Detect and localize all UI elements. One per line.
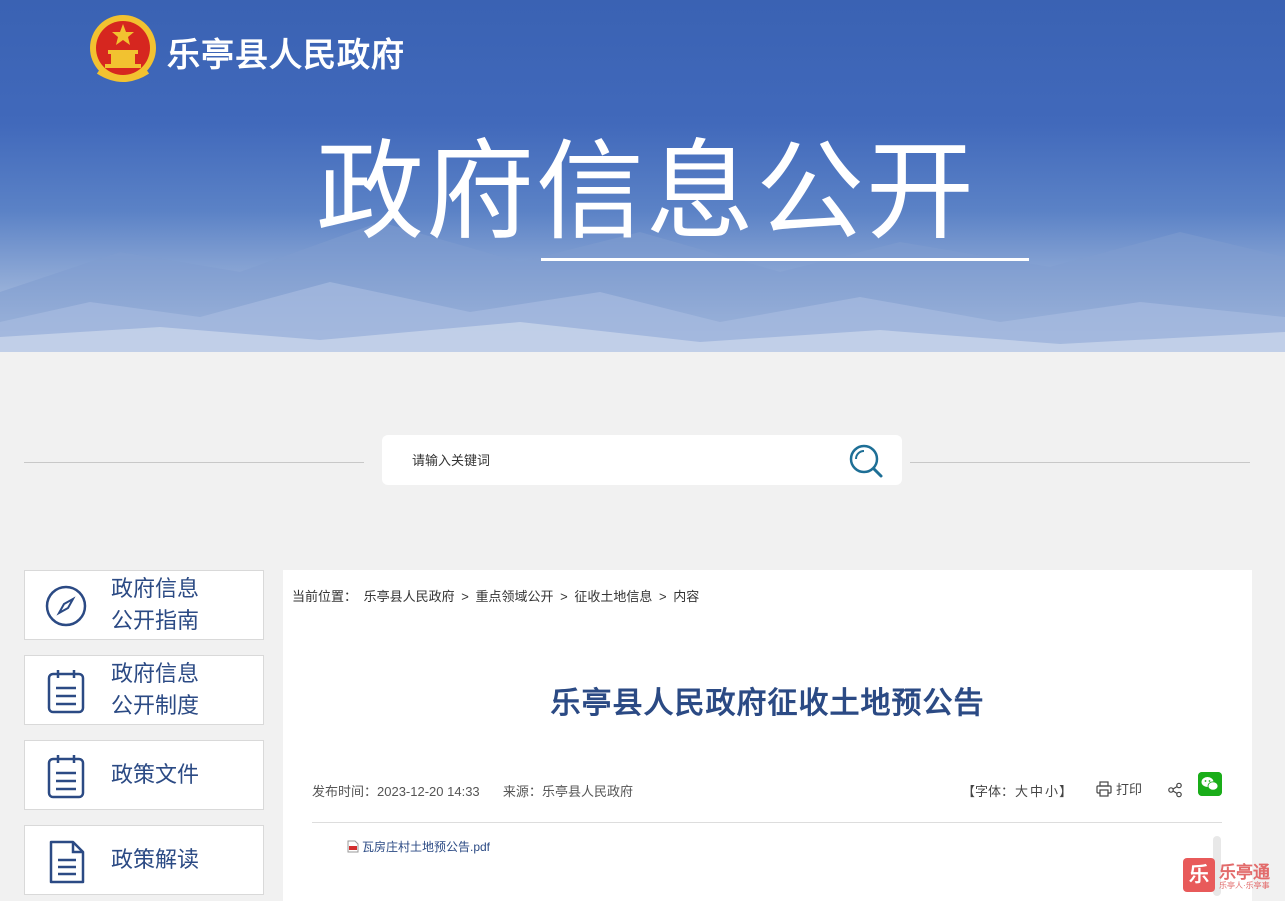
breadcrumb-separator: > [560,589,568,604]
font-size-small-button[interactable]: 小 [1045,784,1058,799]
hero-title: 政府信息公开 [316,131,977,252]
wechat-icon[interactable] [1198,772,1222,796]
document-icon [49,840,85,884]
sidebar-item-policy-interpretation[interactable]: 政策解读 [24,825,264,895]
breadcrumb-link[interactable]: 乐亭县人民政府 [364,589,455,604]
sidebar-item-policy-documents[interactable]: 政策文件 [24,740,264,810]
source-value: 乐亭县人民政府 [541,784,633,799]
sidebar-item-disclosure-guide[interactable]: 政府信息 公开指南 [24,570,264,640]
site-name[interactable]: 乐亭县人民政府 [167,28,405,76]
print-button[interactable]: 打印 [1096,779,1142,798]
share-icon[interactable] [1167,782,1183,798]
sidebar-item-label: 政府信息 公开指南 [111,576,200,633]
search-left-rule [24,462,364,463]
hero-underline [541,258,1029,261]
pdf-icon [347,840,359,853]
national-emblem-icon [90,15,156,82]
breadcrumb-current: 内容 [673,589,700,604]
breadcrumb: 当前位置： 乐亭县人民政府 > 重点领域公开 > 征收土地信息 > 内容 [292,586,702,605]
app-badge-sub: 乐亭人·乐亭事 [1219,881,1270,890]
meta-divider [312,822,1222,823]
app-badge[interactable]: 乐 乐亭通 乐亭人·乐亭事 [1183,858,1279,894]
breadcrumb-prefix: 当前位置： [292,589,358,604]
font-size-control: 【字体：大中小】 [962,781,1072,800]
article-title: 乐亭县人民政府征收土地预公告 [550,687,985,720]
sidebar-item-label: 政策解读 [111,847,200,872]
publish-time: 2023-12-20 14:33 [377,784,480,799]
sidebar-item-disclosure-system[interactable]: 政府信息 公开制度 [24,655,264,725]
header-banner: 乐亭县人民政府 政府信息公开 [0,0,1285,352]
article-meta: 发布时间：2023-12-20 14:33 来源：乐亭县人民政府 [312,781,633,800]
search-right-rule [910,462,1250,463]
clipboard-icon [47,670,85,714]
article-panel: 当前位置： 乐亭县人民政府 > 重点领域公开 > 征收土地信息 > 内容 乐亭县… [283,570,1252,901]
font-size-large-button[interactable]: 大 [1015,784,1028,799]
breadcrumb-separator: > [461,589,469,604]
source-label: 来源： [502,784,542,799]
clipboard-icon [47,755,85,799]
app-badge-logo: 乐 [1183,858,1215,892]
search-icon[interactable] [848,443,884,479]
compass-icon [45,585,87,627]
printer-icon [1096,781,1112,797]
search-input[interactable] [412,435,832,485]
breadcrumb-link[interactable]: 重点领域公开 [476,589,554,604]
sidebar-item-label: 政府信息 公开制度 [111,661,200,718]
publish-time-label: 发布时间： [312,784,378,799]
breadcrumb-link[interactable]: 征收土地信息 [574,589,652,604]
font-size-medium-button[interactable]: 中 [1030,784,1043,799]
print-label: 打印 [1116,782,1143,797]
font-size-open: 【字体： [962,784,1015,799]
attachment-name: 瓦房庄村土地预公告.pdf [362,840,491,854]
breadcrumb-separator: > [659,589,667,604]
font-size-close: 】 [1059,784,1073,799]
attachment-link[interactable]: 瓦房庄村土地预公告.pdf [347,838,490,855]
sidebar-item-label: 政策文件 [111,762,200,787]
search-box [382,435,902,485]
